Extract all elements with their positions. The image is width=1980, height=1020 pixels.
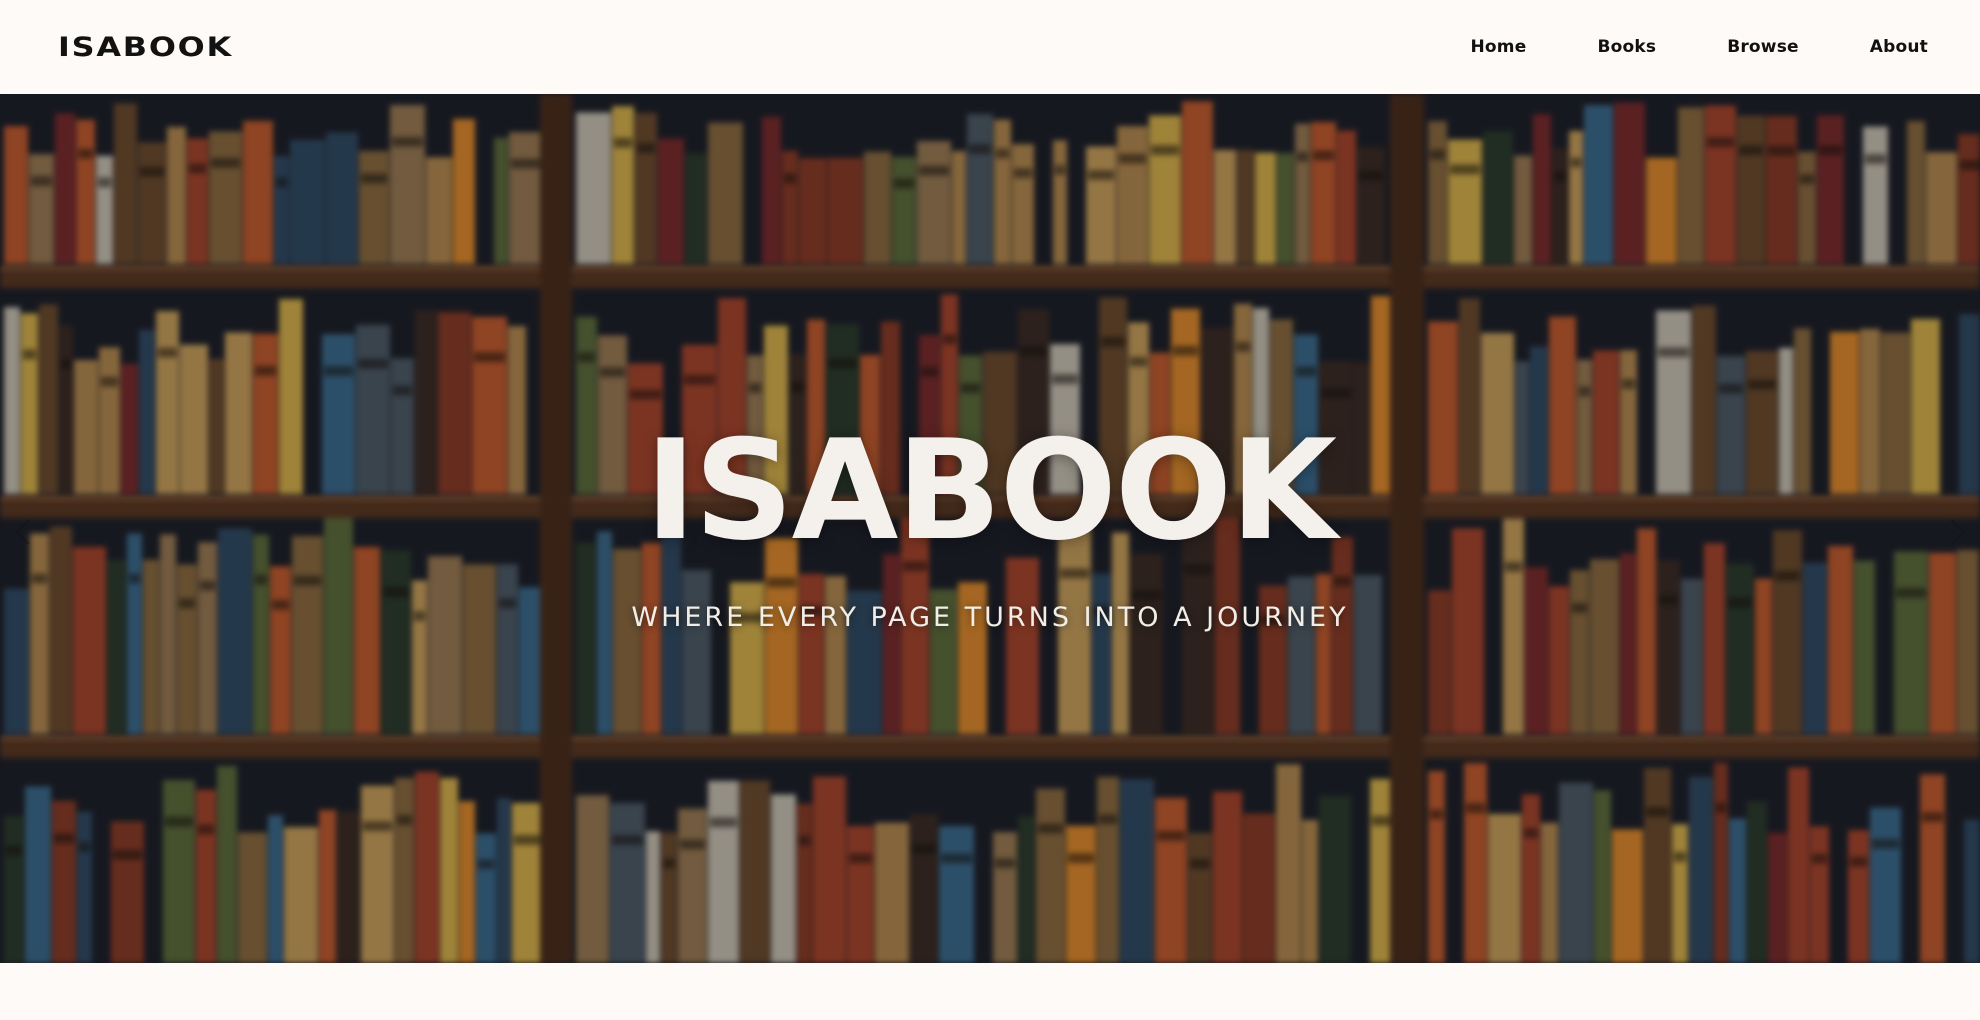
page-content-area [0, 963, 1980, 1020]
chevron-right-icon[interactable] [1930, 502, 1974, 562]
nav-links: Home Books Browse About [1470, 37, 1928, 57]
nav-link-books[interactable]: Books [1597, 37, 1656, 57]
nav-link-browse[interactable]: Browse [1727, 37, 1799, 57]
hero-carousel: ISABOOK WHERE EVERY PAGE TURNS INTO A JO… [0, 94, 1980, 963]
brand-logo[interactable]: ISABOOK [58, 32, 233, 63]
top-navbar: ISABOOK Home Books Browse About [0, 0, 1980, 94]
chevron-left-icon[interactable] [6, 502, 50, 562]
nav-item-about: About [1870, 37, 1928, 57]
hero-tagline: WHERE EVERY PAGE TURNS INTO A JOURNEY [631, 602, 1349, 633]
nav-item-books: Books [1597, 37, 1656, 57]
hero-title: ISABOOK [644, 410, 1337, 571]
nav-link-about[interactable]: About [1870, 37, 1928, 57]
nav-item-browse: Browse [1727, 37, 1799, 57]
nav-link-home[interactable]: Home [1470, 37, 1526, 57]
nav-item-home: Home [1470, 37, 1526, 57]
